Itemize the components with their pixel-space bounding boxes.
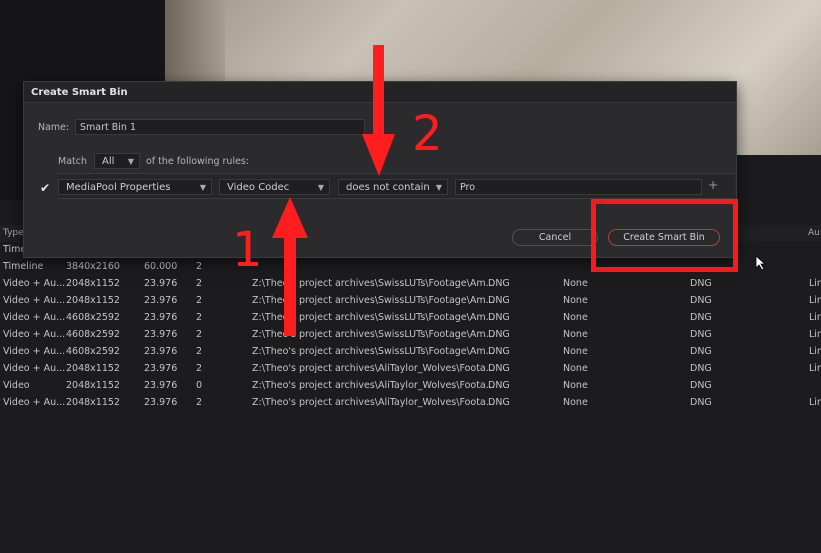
arrow-1-head bbox=[272, 197, 308, 238]
arrow-2-shaft bbox=[373, 45, 384, 137]
mouse-cursor-icon bbox=[755, 255, 767, 271]
arrow-2-label: 2 bbox=[412, 106, 443, 162]
arrow-2-head bbox=[362, 134, 395, 176]
arrow-1-shaft bbox=[284, 236, 296, 336]
annotation-arrows bbox=[272, 45, 395, 336]
arrow-1-label: 1 bbox=[232, 222, 263, 278]
